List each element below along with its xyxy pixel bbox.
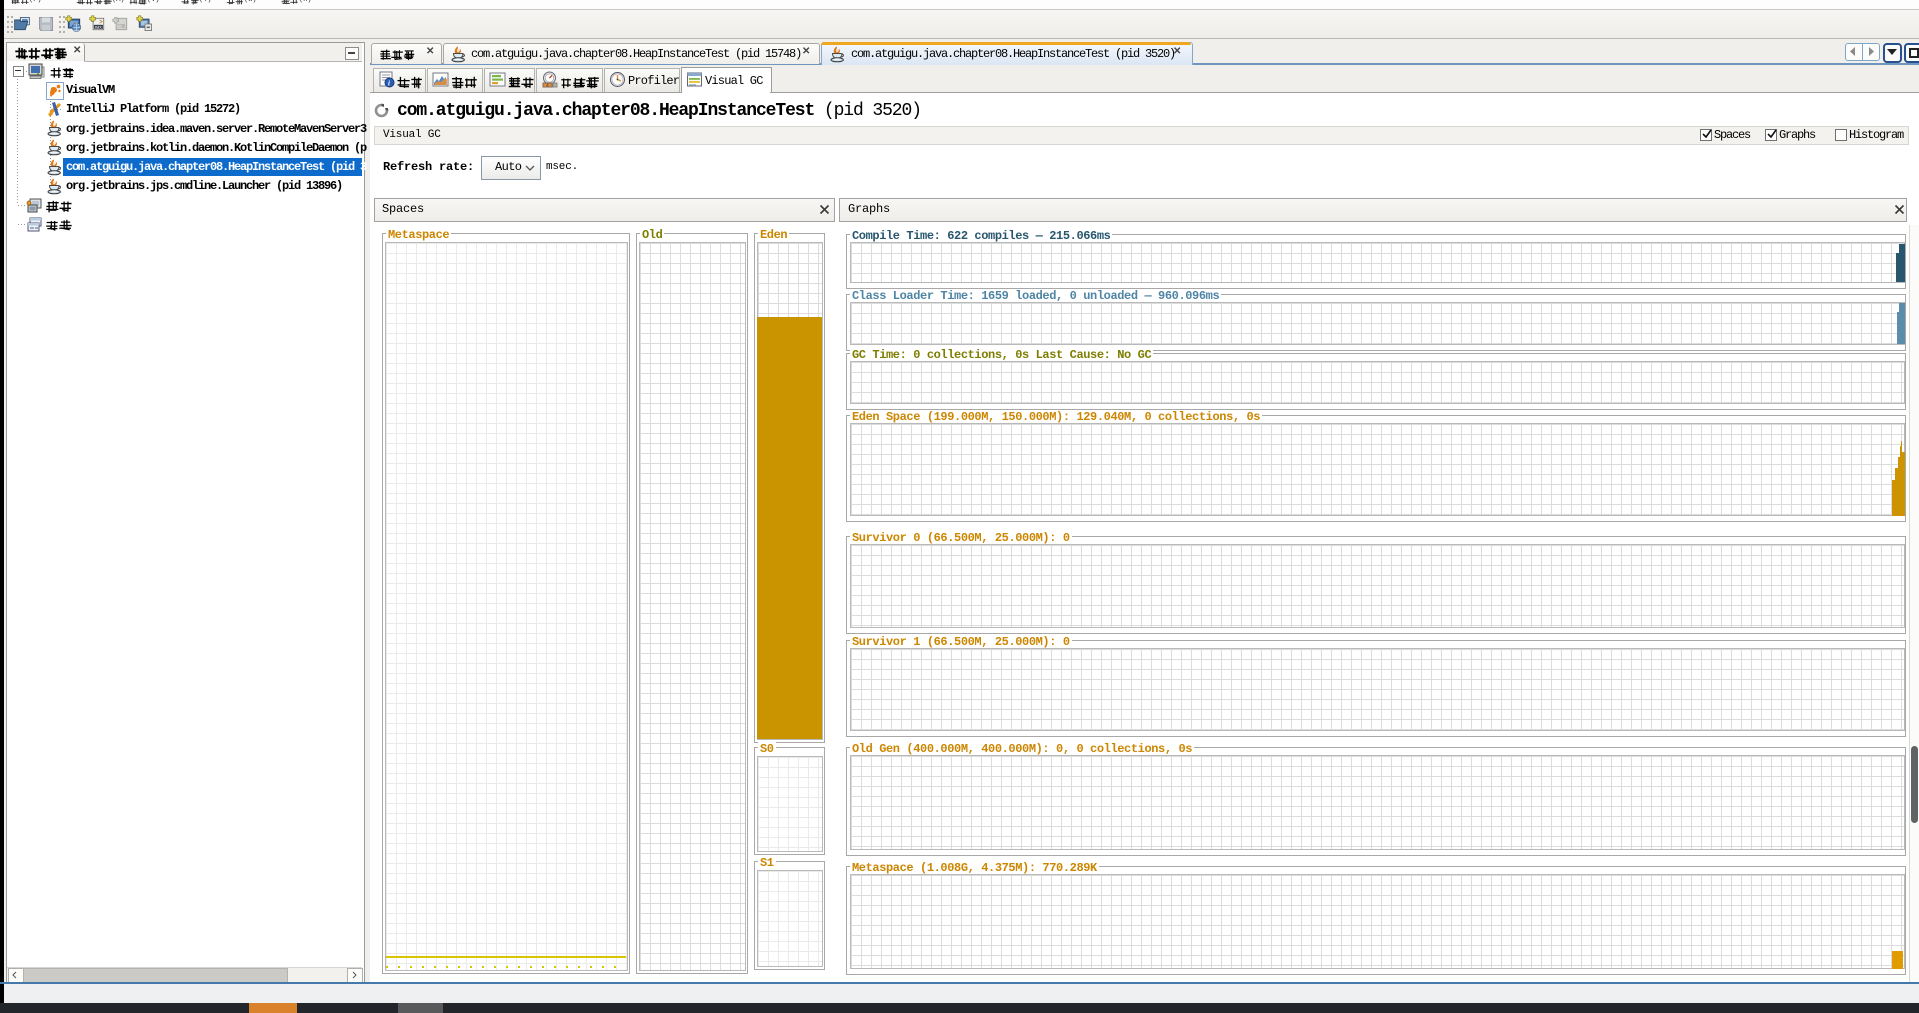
svg-text:01: 01 [118, 25, 122, 29]
svg-text:i: i [388, 80, 390, 88]
svg-text:JMX: JMX [94, 26, 102, 30]
